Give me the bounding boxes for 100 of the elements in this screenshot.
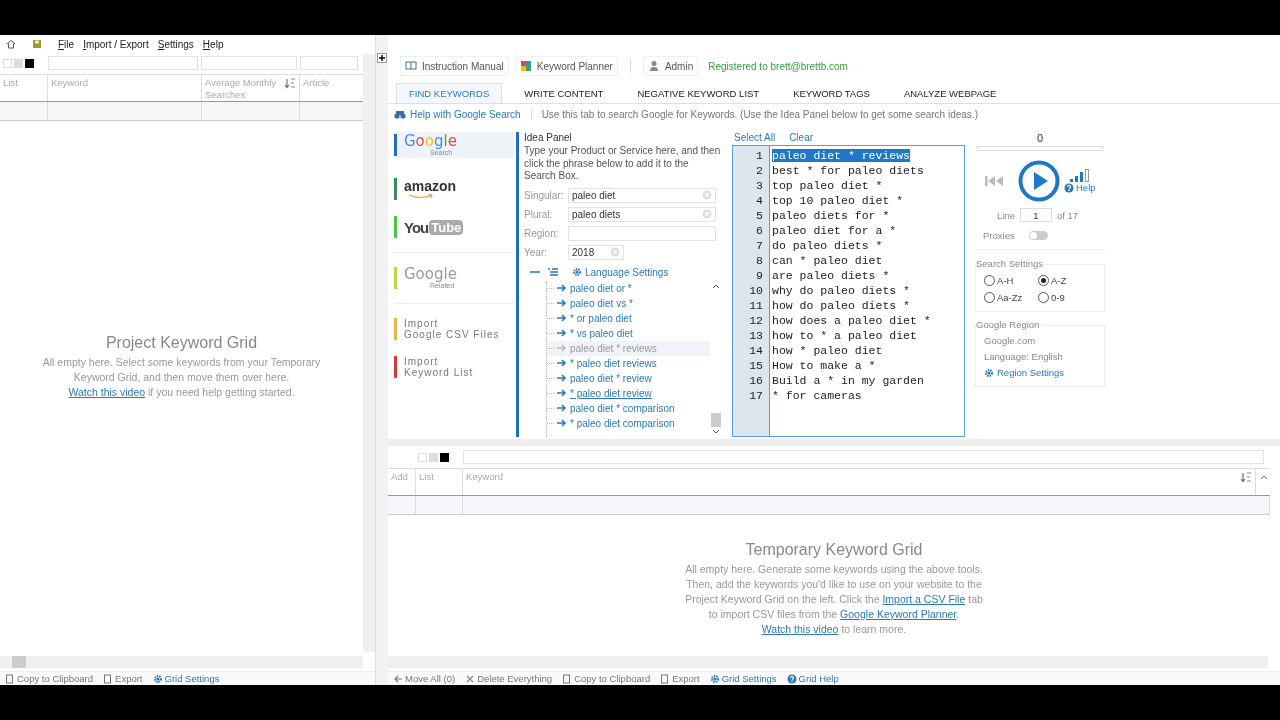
toolbar-button[interactable]: Keyword Planner — [514, 56, 618, 76]
empty-message: All empty here. Generate some keywords using the above tools. Then, add the keywords you'd like to use on your website to the Project Keyword Grid on the left. Click the Import a CSV File tab to import CSV files from the Google Keyword Planner. Watch this video to learn more. — [684, 561, 984, 637]
footer-button[interactable]: Export — [103, 673, 143, 684]
region-settings-link[interactable]: Region Settings — [984, 367, 1098, 378]
tab[interactable]: NEGATIVE KEYWORD LIST — [625, 83, 772, 103]
video-link[interactable]: Google Keyword Planner — [840, 607, 957, 620]
arrow-right-icon — [557, 344, 567, 352]
tab[interactable]: FIND KEYWORDS — [396, 83, 503, 103]
field-label: Region: — [524, 227, 560, 239]
line-number: 11 — [748, 298, 763, 313]
footer-button[interactable]: Export — [660, 673, 700, 684]
logo-text: Google — [404, 266, 457, 282]
input-field[interactable]: paleo diets — [568, 206, 716, 222]
proxies-label: Proxies — [983, 230, 1015, 241]
phrase-link[interactable]: paleo diet vs * — [570, 297, 633, 309]
phrase-link[interactable]: paleo diet or * — [570, 282, 632, 294]
line-number: 7 — [755, 238, 763, 253]
cross-icon — [465, 673, 476, 684]
phrase-link[interactable]: paleo diet * comparison — [570, 402, 675, 414]
keyword-editor[interactable] — [732, 145, 965, 437]
video-link[interactable]: Watch this video — [761, 622, 839, 635]
save-icon[interactable] — [32, 39, 42, 49]
filter-field[interactable] — [463, 450, 1264, 464]
empty-grid-title: Project Keyword Grid — [105, 333, 258, 352]
clear-icon[interactable] — [702, 190, 712, 200]
toggle-switch[interactable] — [1028, 231, 1048, 240]
result-count: 0 — [1035, 132, 1045, 144]
input-field[interactable] — [568, 225, 716, 241]
line-field[interactable]: 1 — [1019, 208, 1052, 222]
video-link[interactable]: Watch this video — [68, 385, 146, 398]
skip-back-icon[interactable] — [985, 175, 1005, 187]
select-all-link[interactable]: Select All — [734, 132, 776, 145]
tab[interactable]: KEYWORD TAGS — [781, 83, 882, 103]
footer-button[interactable]: Delete Everything — [465, 673, 553, 684]
logo-text: amazon — [404, 179, 457, 194]
column-title: Add — [391, 471, 408, 483]
help-icon — [1064, 182, 1074, 193]
help-link[interactable]: Help — [1064, 182, 1096, 193]
clear-link[interactable]: Clear — [789, 132, 814, 145]
footer-button[interactable]: Grid Settings — [709, 673, 777, 684]
video-link[interactable]: Import a CSV File — [882, 592, 966, 605]
footer-button[interactable]: Copy to Clipboard — [5, 673, 94, 684]
region-domain: Google.com — [984, 335, 1037, 346]
menu-item[interactable]: Settings — [157, 38, 194, 50]
menu-item[interactable]: Import / Export — [83, 38, 149, 50]
line-number: 5 — [755, 208, 763, 223]
keyword-line: why do paleo diets * — [772, 284, 911, 297]
column-title: List — [419, 471, 434, 483]
tab[interactable]: ANALYZE WEBPAGE — [891, 83, 1009, 103]
phrase-link[interactable]: paleo diet * review — [570, 372, 652, 384]
footer-button[interactable]: Copy to Clipboard — [562, 673, 651, 684]
line-number: 13 — [748, 328, 763, 343]
collapse-icon[interactable] — [530, 269, 540, 275]
horizontal-scrollbar[interactable] — [0, 656, 363, 668]
binoculars-icon — [394, 109, 406, 120]
help-link[interactable]: Help with Google Search — [394, 109, 532, 120]
phrase-link[interactable]: * paleo diet comparison — [570, 417, 675, 429]
filter-field[interactable] — [201, 56, 297, 70]
filter-field[interactable] — [48, 56, 198, 70]
menu-item[interactable]: Help — [202, 38, 224, 50]
phrase-link[interactable]: * paleo diet review — [570, 387, 652, 399]
chevron-up-icon[interactable] — [712, 283, 720, 289]
tab[interactable]: WRITE CONTENT — [512, 83, 616, 103]
phrase-link[interactable]: * paleo diet reviews — [570, 357, 657, 369]
plus-icon[interactable] — [377, 53, 387, 63]
chevron-down-icon[interactable] — [712, 429, 720, 434]
sort-icon[interactable] — [1240, 472, 1252, 483]
toolbar-button[interactable]: Admin — [642, 56, 699, 76]
chevron-up-icon[interactable] — [1260, 475, 1268, 480]
line-number: 17 — [748, 388, 763, 403]
keyword-line: are paleo diets * — [772, 269, 890, 282]
language-settings-link[interactable]: Language Settings — [572, 266, 669, 278]
clear-icon[interactable] — [702, 209, 712, 219]
settings-icon — [572, 267, 582, 277]
input-field[interactable]: 2018 — [568, 244, 624, 260]
filter-field[interactable] — [300, 56, 358, 70]
document-icon — [5, 673, 15, 684]
group-title: Google Region — [976, 319, 1042, 330]
clear-icon[interactable] — [610, 247, 620, 257]
play-icon[interactable] — [1018, 160, 1060, 202]
input-field[interactable]: paleo diet — [568, 187, 716, 203]
line-number: 9 — [755, 268, 763, 283]
column-title: List — [3, 77, 18, 89]
keyword-line: How to make a * — [772, 359, 876, 372]
phrase-link[interactable]: * vs paleo diet — [570, 327, 633, 339]
document-icon — [103, 673, 114, 684]
line-number: 12 — [748, 313, 763, 328]
footer-button[interactable]: Grid Help — [786, 673, 839, 684]
menu-item[interactable]: File — [58, 38, 75, 50]
line-number: 16 — [748, 373, 763, 388]
phrase-link[interactable]: * or paleo diet — [570, 312, 632, 324]
toolbar-button[interactable]: Instruction Manual — [400, 56, 509, 76]
scrollbar-thumb[interactable] — [711, 413, 721, 427]
expand-list-icon[interactable] — [548, 268, 558, 276]
footer-button[interactable]: Grid Settings — [152, 673, 220, 684]
home-icon[interactable] — [6, 39, 16, 49]
sort-icon[interactable] — [284, 78, 296, 89]
column-title: Article — [303, 77, 330, 89]
vertical-scrollbar[interactable] — [363, 54, 375, 652]
footer-button[interactable]: Move All (0) — [393, 673, 456, 684]
